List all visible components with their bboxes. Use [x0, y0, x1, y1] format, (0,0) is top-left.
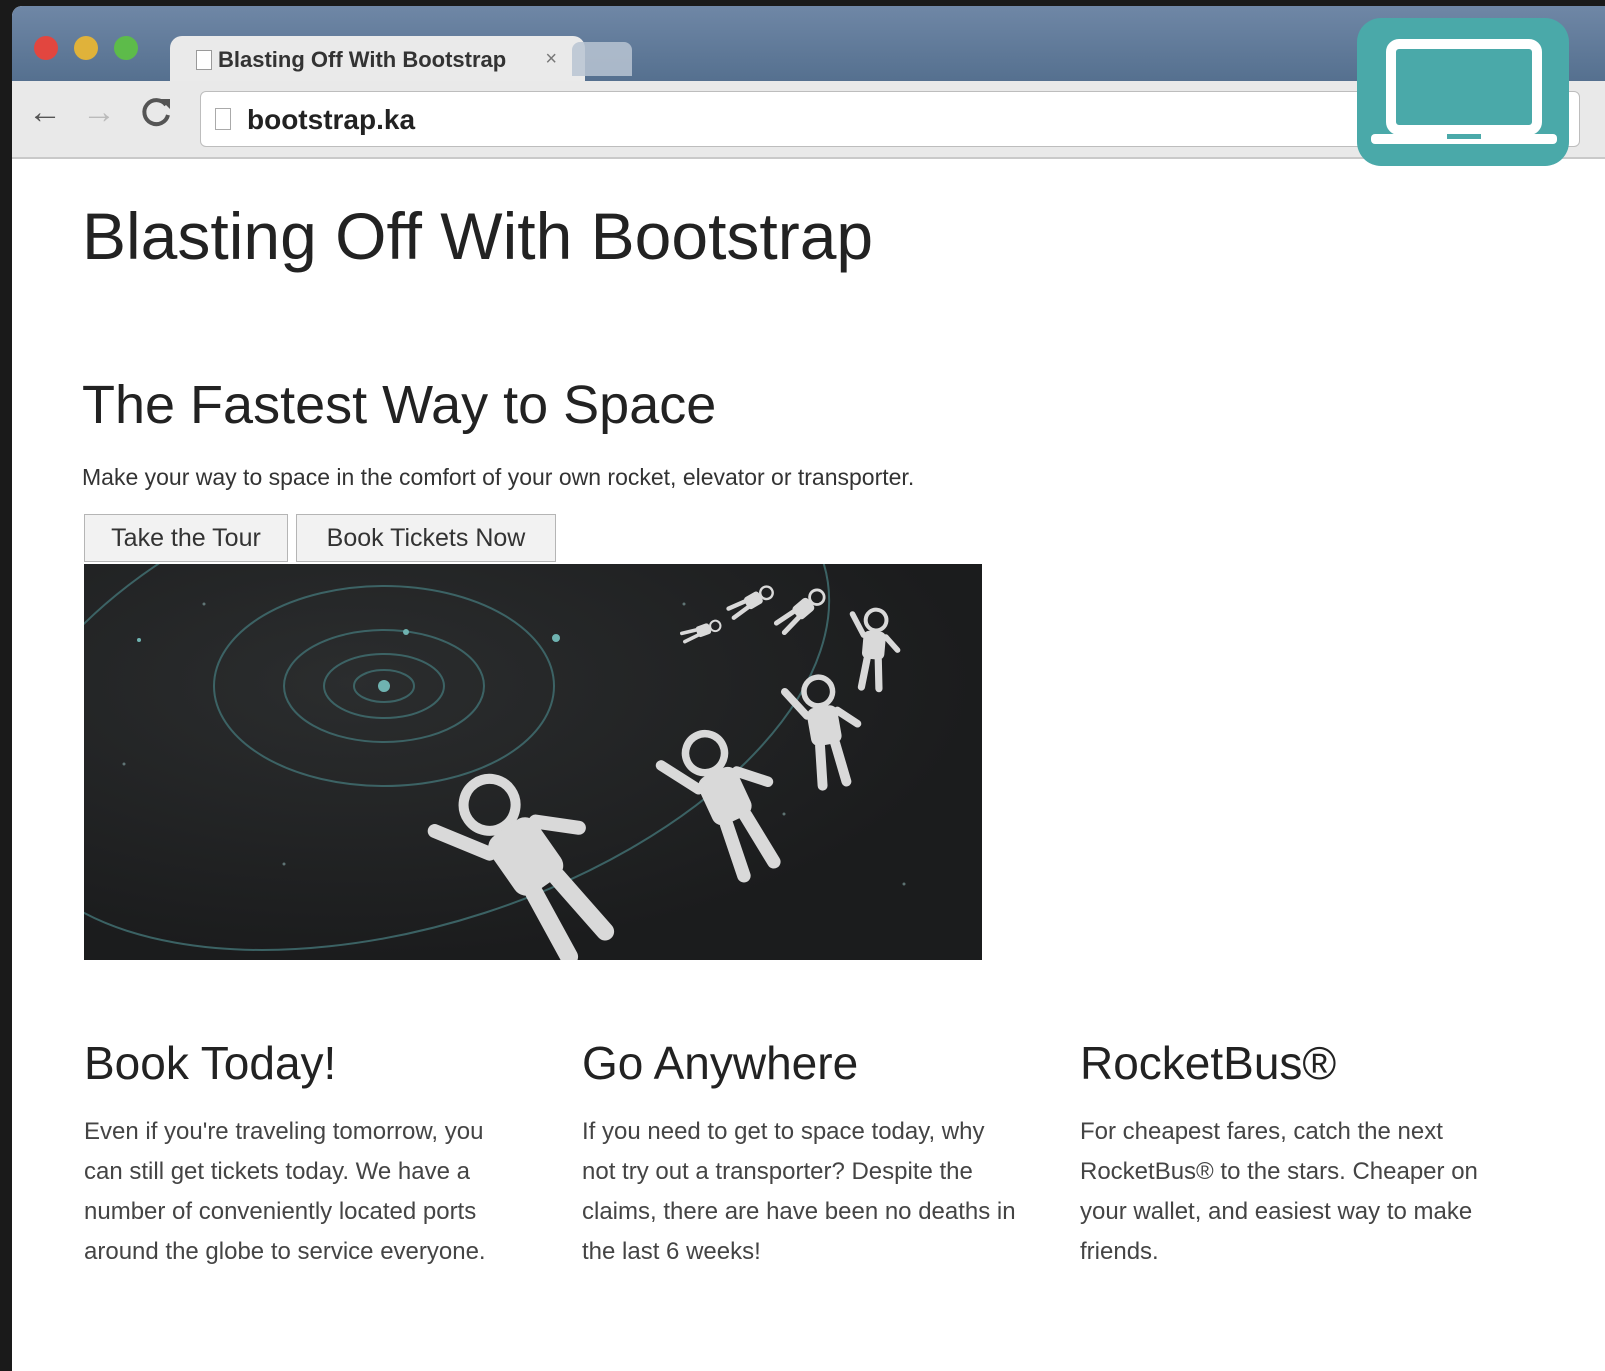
hero-text: Make your way to space in the comfort of… — [82, 464, 915, 490]
page-icon — [196, 50, 212, 70]
site-title: Blasting Off With Bootstrap — [82, 199, 874, 273]
feature-heading: RocketBus® — [1080, 1037, 1337, 1089]
page-icon — [215, 108, 231, 130]
url-text: bootstrap.ka — [247, 104, 416, 135]
feature-column-book-today: Book Today! Even if you're traveling tom… — [84, 1036, 524, 1272]
hero-heading: The Fastest Way to Space — [82, 375, 717, 435]
feature-heading: Go Anywhere — [582, 1037, 859, 1089]
book-tickets-button[interactable]: Book Tickets Now — [296, 514, 556, 562]
close-window-button[interactable] — [34, 36, 58, 60]
minimize-window-button[interactable] — [74, 36, 98, 60]
tab-title: Blasting Off With Bootstrap — [218, 47, 507, 72]
maximize-window-button[interactable] — [114, 36, 138, 60]
feature-text: Even if you're traveling tomorrow, you c… — [84, 1118, 486, 1265]
feature-text: If you need to get to space today, why n… — [582, 1118, 1016, 1265]
browser-window: Blasting Off With Bootstrap × ← → bootst… — [12, 6, 1605, 1371]
arrow-right-icon[interactable]: → — [82, 95, 116, 129]
take-tour-button[interactable]: Take the Tour — [84, 514, 288, 562]
laptop-icon — [1357, 18, 1569, 166]
feature-heading: Book Today! — [84, 1037, 337, 1089]
tab-close-icon[interactable]: × — [545, 48, 557, 71]
new-tab-button[interactable] — [572, 42, 632, 76]
feature-column-go-anywhere: Go Anywhere If you need to get to space … — [582, 1036, 1022, 1272]
hero-image — [84, 564, 982, 960]
reload-icon[interactable] — [140, 95, 172, 135]
space-illustration — [84, 564, 906, 960]
arrow-left-icon[interactable]: ← — [28, 95, 62, 129]
tab-active[interactable]: Blasting Off With Bootstrap × — [170, 36, 585, 84]
feature-text: For cheapest fares, catch the next Rocke… — [1080, 1118, 1478, 1265]
feature-column-rocketbus: RocketBus® For cheapest fares, catch the… — [1080, 1036, 1520, 1272]
